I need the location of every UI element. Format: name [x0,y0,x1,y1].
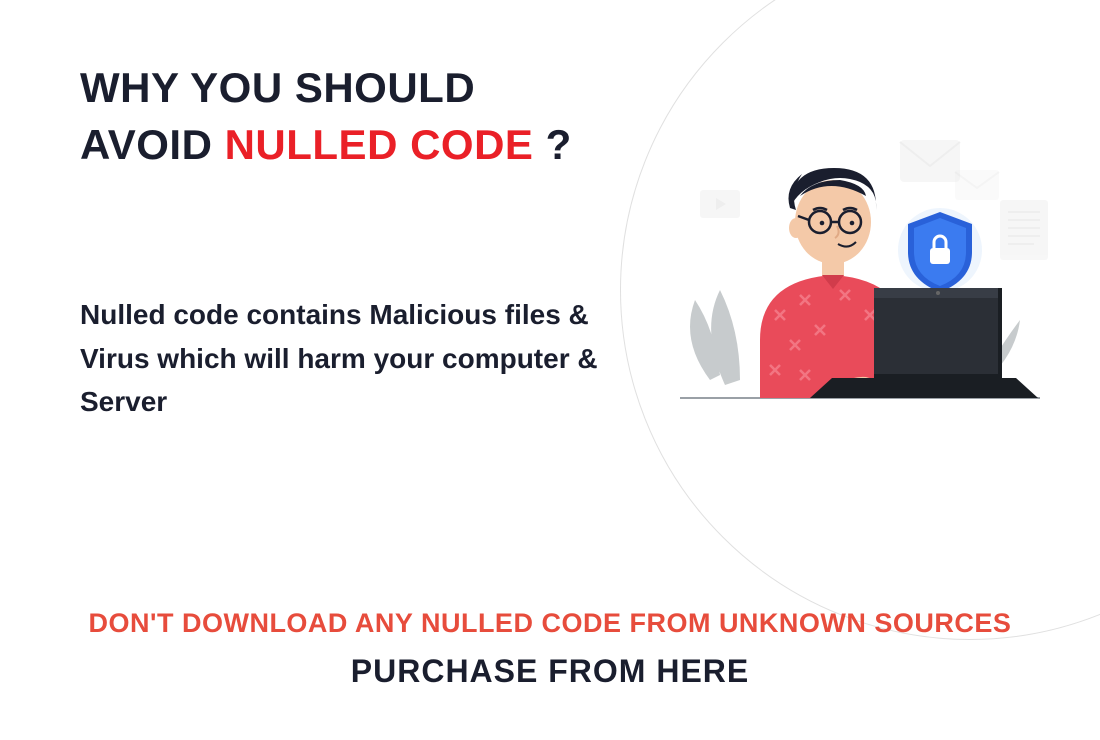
footer: DON'T DOWNLOAD ANY NULLED CODE FROM UNKN… [0,608,1100,690]
headline-highlight: NULLED CODE [225,121,534,168]
top-row: WHY YOU SHOULD AVOID NULLED CODE ? Nulle… [80,60,1040,424]
body-text: Nulled code contains Malicious files & V… [80,293,600,423]
purchase-cta[interactable]: PURCHASE FROM HERE [0,653,1100,690]
headline-line2-post: ? [533,121,571,168]
headline-line2-pre: AVOID [80,121,225,168]
warning-text: DON'T DOWNLOAD ANY NULLED CODE FROM UNKN… [0,608,1100,639]
left-column: WHY YOU SHOULD AVOID NULLED CODE ? Nulle… [80,60,600,424]
headline-line1: WHY YOU SHOULD [80,64,475,111]
page-title: WHY YOU SHOULD AVOID NULLED CODE ? [80,60,600,173]
main-content: WHY YOU SHOULD AVOID NULLED CODE ? Nulle… [0,0,1100,424]
